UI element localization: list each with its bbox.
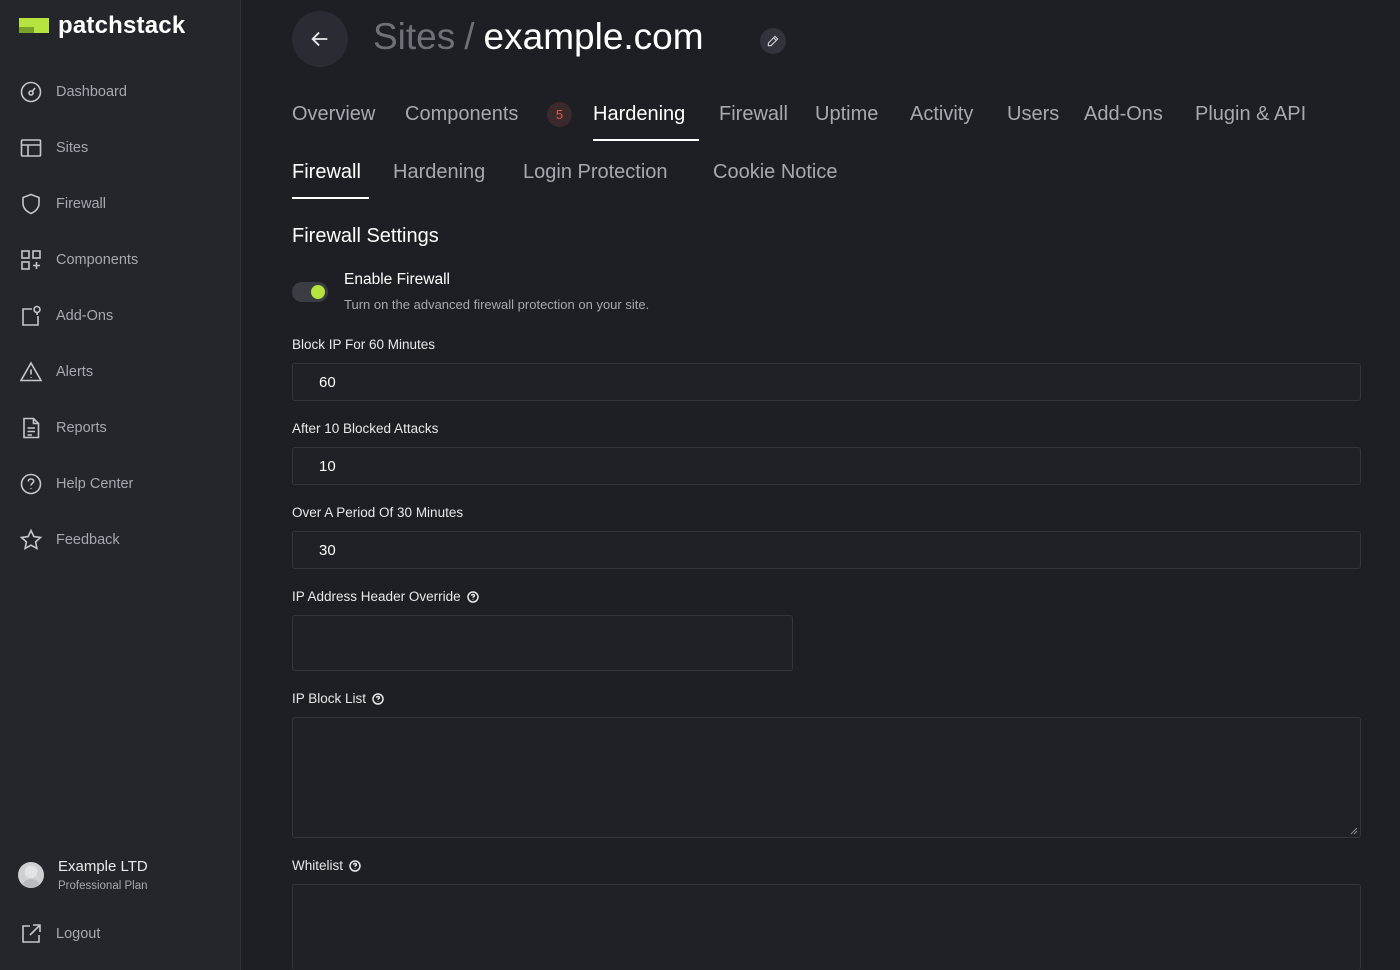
breadcrumb-sites[interactable]: Sites [373,16,455,58]
sidebar-item-add-ons[interactable]: Add-Ons [18,303,113,329]
ip-header-override-text: IP Address Header Override [292,589,461,604]
sidebar-item-alerts[interactable]: Alerts [18,359,93,385]
active-subtab-indicator [292,197,369,199]
ip-block-list-text: IP Block List [292,691,367,706]
tab-add-ons[interactable]: Add-Ons [1084,103,1163,126]
tab-overview[interactable]: Overview [292,103,375,126]
sidebar-item-label: Help Center [56,476,134,492]
active-tab-indicator [593,139,699,141]
add-ons-icon [18,303,44,329]
account-info[interactable]: Example LTD Professional Plan [18,858,148,892]
avatar [18,862,44,888]
sidebar-item-sites[interactable]: Sites [18,135,88,161]
block-ip-minutes-input[interactable] [292,363,1361,401]
sidebar-item-firewall[interactable]: Firewall [18,191,106,217]
tab-components[interactable]: Components [405,103,518,126]
tab-hardening[interactable]: Hardening [593,103,685,126]
logout-label: Logout [56,926,101,942]
section-title: Firewall Settings [292,225,439,247]
account-name: Example LTD [58,858,148,875]
period-minutes-input[interactable] [292,531,1361,569]
external-link-icon [18,921,44,947]
ip-header-override-label: IP Address Header Override [292,589,479,604]
sidebar: patchstack Dashboard Sites Firewall Comp… [0,0,241,970]
period-minutes-label: Over A Period Of 30 Minutes [292,505,464,520]
sidebar-item-label: Firewall [56,196,106,212]
tab-firewall[interactable]: Firewall [719,103,788,126]
blocked-attacks-label: After 10 Blocked Attacks [292,421,439,436]
patchstack-logo-icon [19,15,49,37]
star-icon [18,527,44,553]
sidebar-item-label: Reports [56,420,107,436]
alert-triangle-icon [18,359,44,385]
report-document-icon [18,415,44,441]
subtab-cookie-notice[interactable]: Cookie Notice [713,161,838,184]
page-title: Sites / example.com [373,16,704,58]
sidebar-item-feedback[interactable]: Feedback [18,527,120,553]
pencil-icon [767,35,779,47]
sidebar-item-label: Dashboard [56,84,127,100]
enable-firewall-toggle[interactable] [292,282,328,302]
breadcrumb-separator: / [464,16,475,57]
blocked-attacks-input[interactable] [292,447,1361,485]
enable-firewall-label: Enable Firewall [344,271,450,288]
tab-activity[interactable]: Activity [910,103,973,126]
sidebar-item-label: Feedback [56,532,120,548]
arrow-left-icon [311,31,328,47]
back-button[interactable] [292,11,348,67]
sidebar-item-label: Add-Ons [56,308,114,324]
sidebar-item-components[interactable]: Components [18,247,138,273]
enable-firewall-description: Turn on the advanced firewall protection… [344,297,650,312]
brand-name: patchstack [58,12,186,39]
whitelist-text: Whitelist [292,858,344,873]
sidebar-item-label: Components [56,252,139,268]
sidebar-item-label: Sites [56,140,89,156]
subtab-hardening[interactable]: Hardening [393,161,485,184]
toggle-knob [311,285,325,299]
edit-site-name-button[interactable] [760,28,786,54]
ip-block-list-textarea[interactable] [292,717,1361,838]
components-count-badge: 5 [547,102,572,127]
site-name: example.com [483,16,704,57]
whitelist-textarea[interactable] [292,884,1361,970]
sites-browser-icon [18,135,44,161]
tab-plugin-api[interactable]: Plugin & API [1195,103,1306,126]
subtab-firewall[interactable]: Firewall [292,161,361,184]
components-grid-icon [18,247,44,273]
sidebar-item-reports[interactable]: Reports [18,415,107,441]
ip-block-list-label: IP Block List [292,691,384,706]
sidebar-item-help-center[interactable]: Help Center [18,471,133,497]
sidebar-item-dashboard[interactable]: Dashboard [18,79,127,105]
tab-users[interactable]: Users [1007,103,1059,126]
logout-button[interactable]: Logout [18,921,100,947]
resize-handle-icon[interactable] [1350,827,1358,835]
ip-header-override-input[interactable] [292,615,793,671]
account-plan: Professional Plan [58,880,148,892]
dashboard-gauge-icon [18,79,44,105]
tab-uptime[interactable]: Uptime [815,103,878,126]
patchstack-logo[interactable]: patchstack [19,12,185,40]
block-ip-label: Block IP For 60 Minutes [292,337,436,352]
sidebar-item-label: Alerts [56,364,94,380]
help-icon[interactable] [349,859,361,872]
help-circle-icon [18,471,44,497]
subtab-login-protection[interactable]: Login Protection [523,161,668,184]
shield-icon [18,191,44,217]
help-icon[interactable] [466,590,479,603]
whitelist-label: Whitelist [292,858,361,873]
help-icon[interactable] [372,692,384,705]
